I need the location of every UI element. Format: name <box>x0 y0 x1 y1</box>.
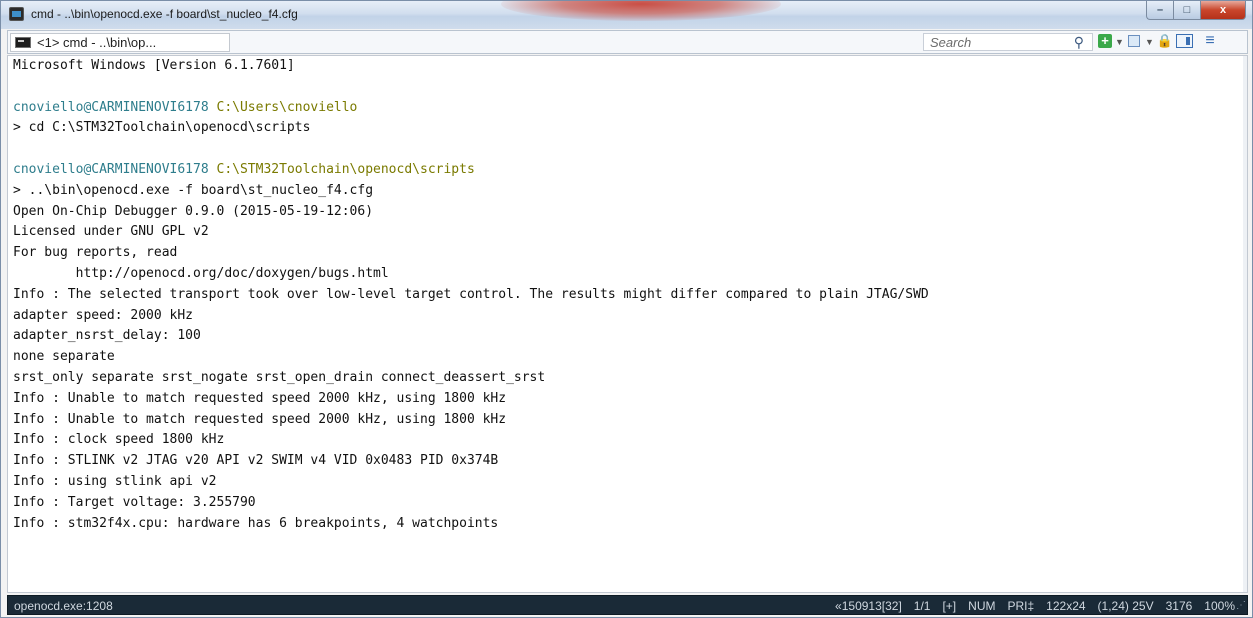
console-line: Info : The selected transport took over … <box>13 286 929 302</box>
prompt-path: C:\STM32Toolchain\openocd\scripts <box>216 161 475 177</box>
prompt-user: cnoviello@CARMINENOVI6178 <box>13 161 209 177</box>
search-icon[interactable]: ⚲ <box>1074 34 1084 51</box>
console-line: > cd C:\STM32Toolchain\openocd\scripts <box>13 120 311 136</box>
status-num[interactable]: NUM <box>968 599 995 613</box>
console-line: > ..\bin\openocd.exe -f board\st_nucleo_… <box>13 182 374 198</box>
new-console-icon[interactable]: + <box>1098 34 1112 48</box>
prompt-line: cnoviello@CARMINENOVI6178 C:\STM32Toolch… <box>13 160 929 181</box>
prompt-user: cnoviello@CARMINENOVI6178 <box>13 99 209 115</box>
new-console-dropdown-icon[interactable]: ▼ <box>1115 34 1124 50</box>
status-mem[interactable]: 3176 <box>1166 599 1193 613</box>
console-line: For bug reports, read <box>13 245 178 261</box>
maximize-icon: □ <box>1183 4 1191 16</box>
console-line: adapter_nsrst_delay: 100 <box>13 328 201 344</box>
status-priority[interactable]: PRI‡ <box>1007 599 1034 613</box>
tab-console-1[interactable]: <1> cmd - ..\bin\op... <box>10 33 230 52</box>
console-output[interactable]: Microsoft Windows [Version 6.1.7601] cno… <box>7 55 1248 593</box>
minimize-icon: – <box>1156 4 1164 16</box>
window-controls: – □ x <box>1146 1 1246 21</box>
maximize-button[interactable]: □ <box>1173 1 1200 20</box>
console-line: Info : Unable to match requested speed 2… <box>13 411 507 427</box>
console-line: none separate <box>13 349 115 365</box>
resize-grip-icon[interactable]: ⋰ <box>1236 600 1246 612</box>
console-window: cmd - ..\bin\openocd.exe -f board\st_nuc… <box>0 0 1253 618</box>
tab-bar: <1> cmd - ..\bin\op... ⚲ + ▼ ▼ 🔒 ≡ <box>7 30 1248 54</box>
console-lines: Microsoft Windows [Version 6.1.7601] cno… <box>13 56 929 534</box>
status-bar: openocd.exe:1208 «150913[32] 1/1 [+] NUM… <box>7 595 1248 615</box>
status-cursor[interactable]: (1,24) 25V <box>1098 599 1154 613</box>
prompt-line: cnoviello@CARMINENOVI6178 C:\Users\cnovi… <box>13 98 929 119</box>
console-tab-icon <box>15 37 31 48</box>
console-line: http://openocd.org/doc/doxygen/bugs.html <box>13 265 389 281</box>
tab-label: <1> cmd - ..\bin\op... <box>37 35 157 50</box>
window-list-icon[interactable] <box>1128 35 1140 47</box>
window-list-dropdown-icon[interactable]: ▼ <box>1145 34 1154 50</box>
console-line: Open On-Chip Debugger 0.9.0 (2015-05-19-… <box>13 203 374 219</box>
console-line: Info : clock speed 1800 kHz <box>13 432 225 448</box>
status-zoom[interactable]: 100% <box>1204 599 1235 613</box>
title-bar[interactable]: cmd - ..\bin\openocd.exe -f board\st_nuc… <box>1 1 1252 29</box>
search-input[interactable] <box>930 34 1060 50</box>
status-position[interactable]: 1/1 <box>914 599 931 613</box>
status-size[interactable]: 122x24 <box>1046 599 1085 613</box>
console-line: Info : using stlink api v2 <box>13 473 217 489</box>
console-line: Microsoft Windows [Version 6.1.7601] <box>13 58 295 73</box>
scrollbar[interactable] <box>1243 56 1247 592</box>
title-glow <box>501 1 781 21</box>
prompt-path: C:\Users\cnoviello <box>216 99 358 115</box>
status-info[interactable]: «150913[32] <box>835 599 902 613</box>
console-line: Licensed under GNU GPL v2 <box>13 224 209 240</box>
close-button[interactable]: x <box>1200 1 1246 20</box>
console-line: Info : stm32f4x.cpu: hardware has 6 brea… <box>13 515 499 531</box>
console-line: adapter speed: 2000 kHz <box>13 307 194 323</box>
console-app-icon[interactable] <box>9 7 24 21</box>
console-line: Info : Unable to match requested speed 2… <box>13 390 507 406</box>
lock-icon[interactable]: 🔒 <box>1157 33 1173 48</box>
status-info-group: «150913[32] 1/1 [+] NUM PRI‡ 122x24 (1,2… <box>823 599 1235 613</box>
status-plus[interactable]: [+] <box>942 599 956 613</box>
console-line: srst_only separate srst_nogate srst_open… <box>13 369 546 385</box>
console-line: Info : Target voltage: 3.255790 <box>13 494 256 510</box>
search-box[interactable]: ⚲ <box>923 33 1093 51</box>
panel-view-icon[interactable] <box>1176 34 1193 48</box>
status-process[interactable]: openocd.exe:1208 <box>14 599 113 613</box>
window-title: cmd - ..\bin\openocd.exe -f board\st_nuc… <box>31 7 298 21</box>
minimize-button[interactable]: – <box>1146 1 1173 20</box>
close-icon: x <box>1219 4 1227 16</box>
menu-icon[interactable]: ≡ <box>1203 32 1217 49</box>
console-line: Info : STLINK v2 JTAG v20 API v2 SWIM v4… <box>13 453 499 469</box>
